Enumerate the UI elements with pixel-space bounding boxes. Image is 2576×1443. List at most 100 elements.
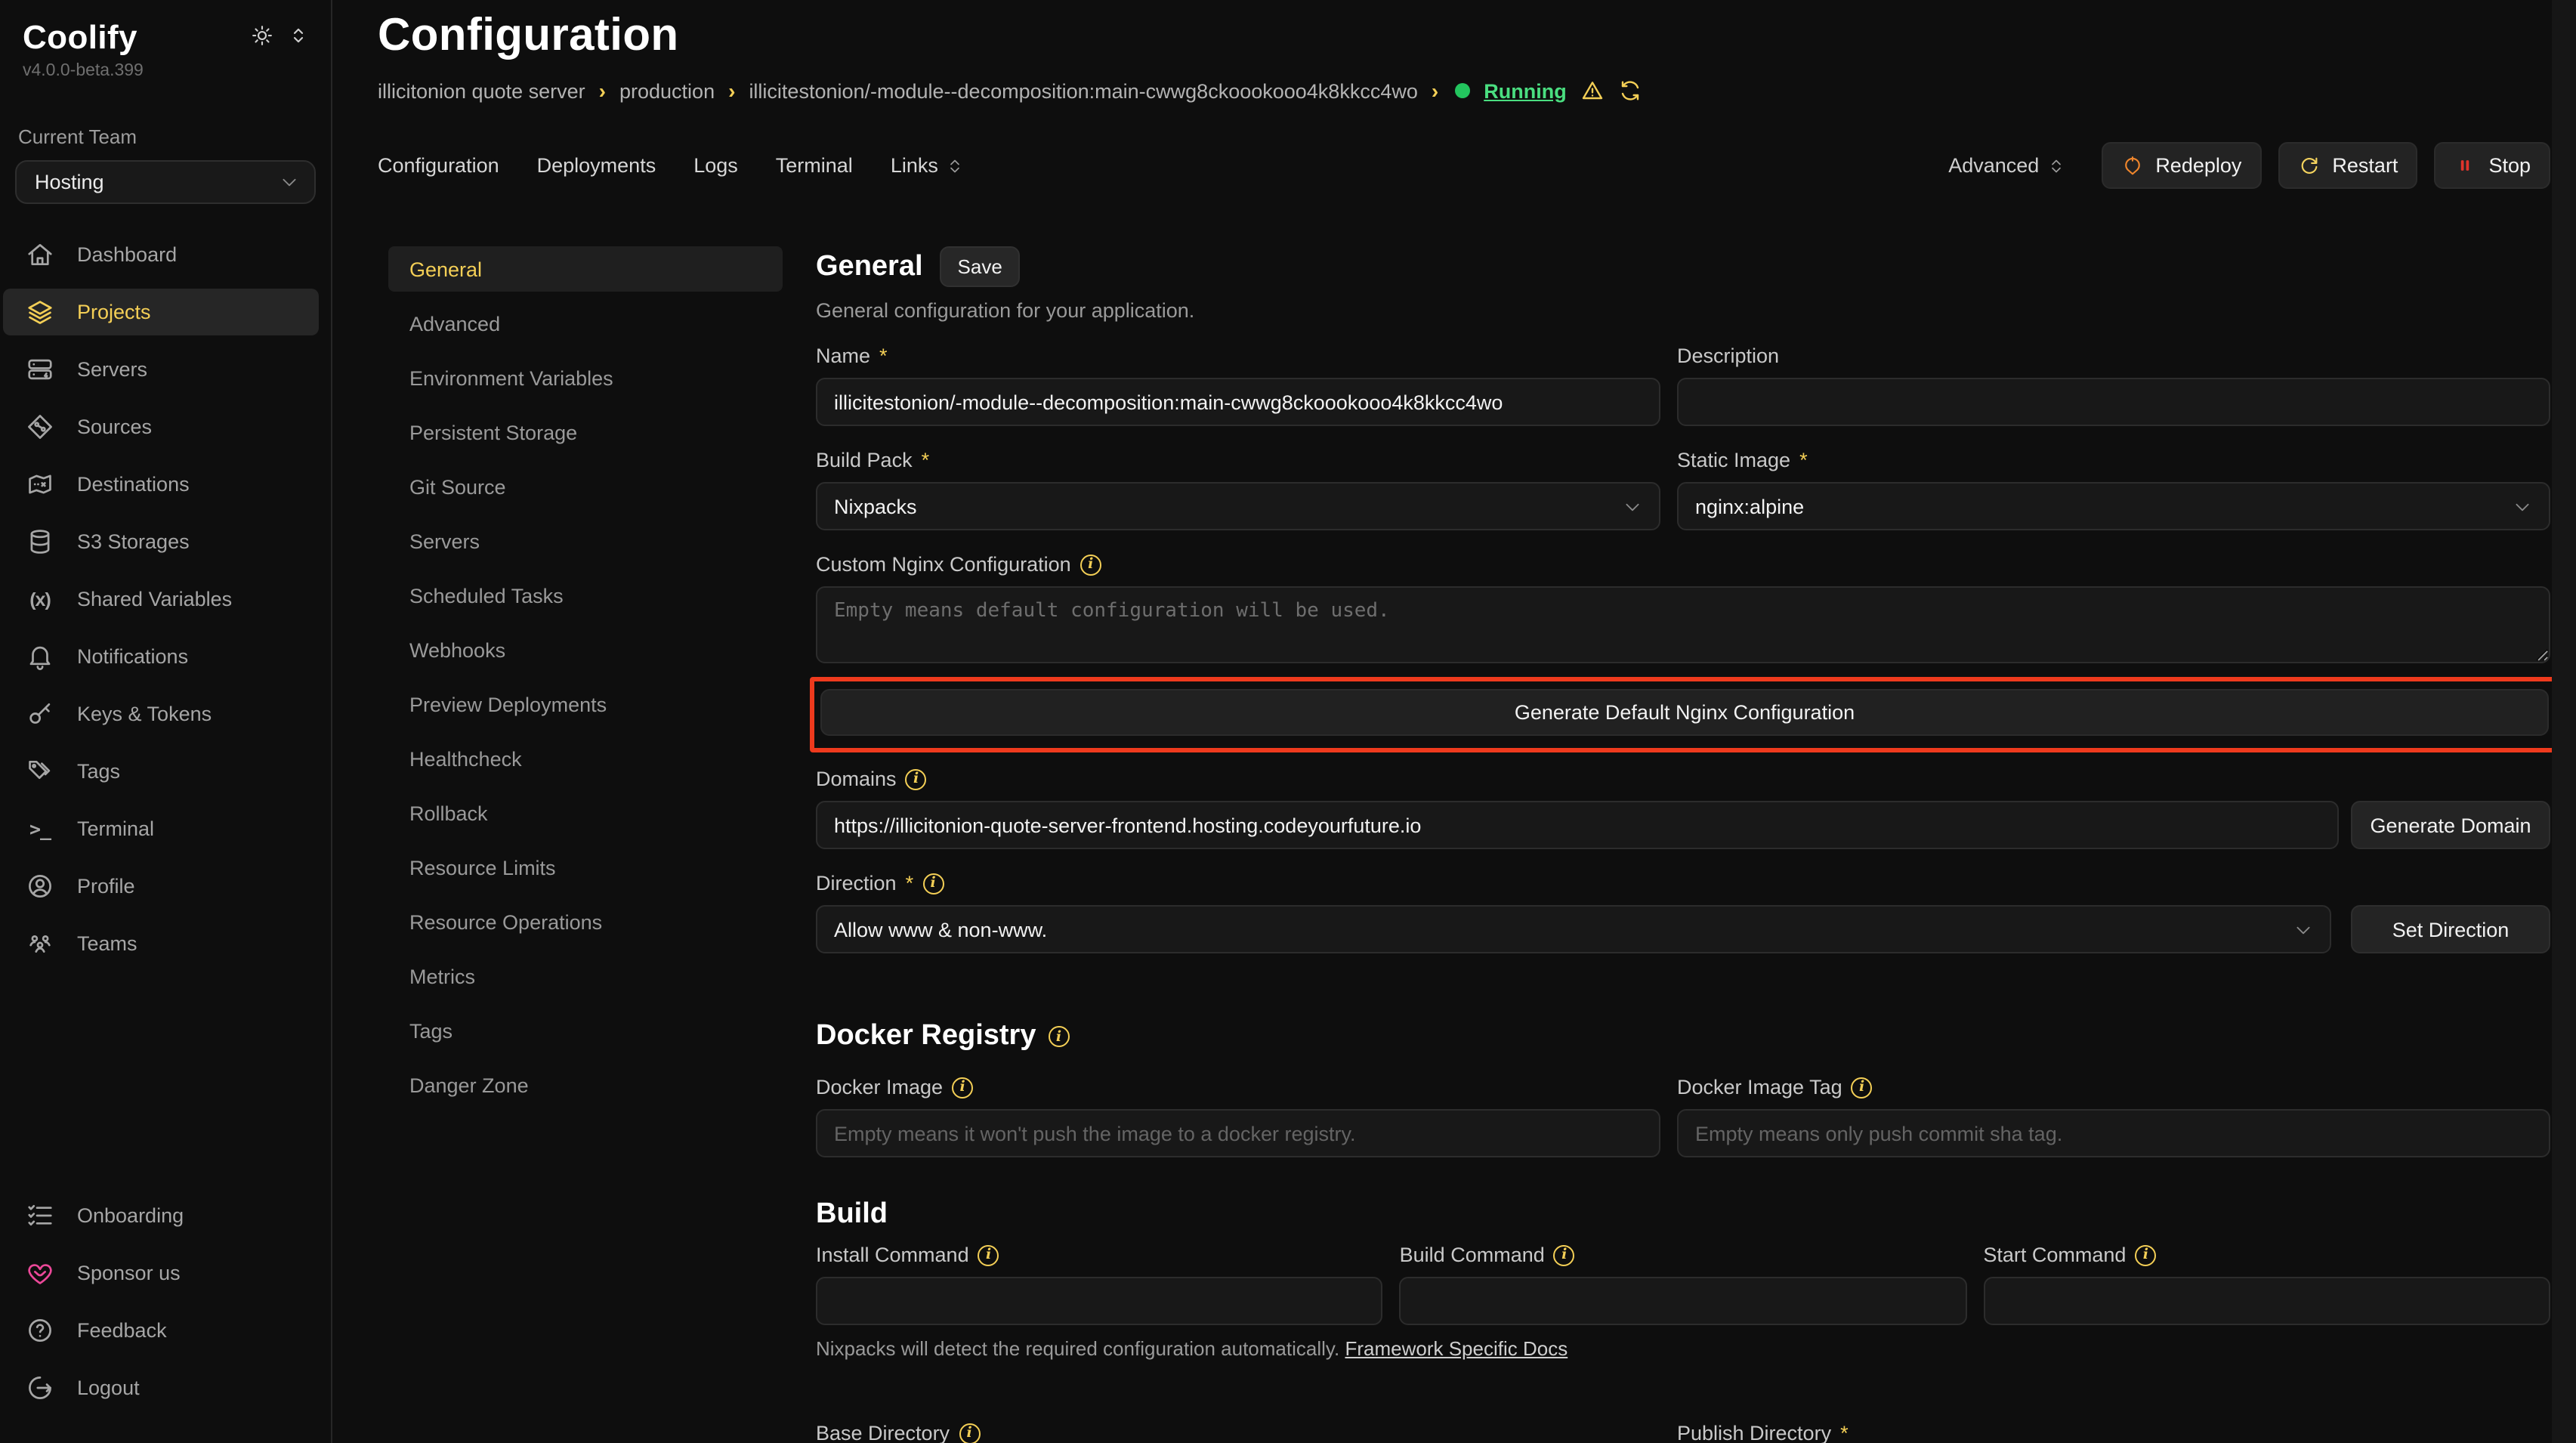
tab-logs[interactable]: Logs <box>693 154 738 177</box>
custom-nginx-textarea[interactable] <box>816 586 2550 663</box>
docker-image-tag-input[interactable] <box>1677 1109 2550 1157</box>
info-icon[interactable]: i <box>959 1423 980 1443</box>
scrollbar[interactable] <box>2552 0 2576 1443</box>
docker-registry-heading: Docker Registry i <box>816 1020 2550 1053</box>
info-icon[interactable]: i <box>1554 1244 1575 1265</box>
sidebar-item-label: Projects <box>77 301 151 323</box>
breadcrumb-application[interactable]: illicitestonion/-module--decomposition:m… <box>749 79 1417 102</box>
annotation-highlight-box: Generate Default Nginx Configuration <box>810 677 2564 752</box>
subnav-item-preview-deployments[interactable]: Preview Deployments <box>388 681 783 727</box>
info-icon[interactable]: i <box>952 1077 973 1098</box>
direction-select[interactable]: Allow www & non-www. <box>816 905 2331 953</box>
framework-docs-link[interactable]: Framework Specific Docs <box>1345 1337 1568 1360</box>
domains-input[interactable] <box>816 801 2339 849</box>
sidebar-item-notifications[interactable]: Notifications <box>3 633 319 680</box>
subnav-item-metrics[interactable]: Metrics <box>388 953 783 999</box>
page-title: Configuration <box>378 11 2550 62</box>
description-input[interactable] <box>1677 378 2550 426</box>
build-heading: Build <box>816 1198 2550 1231</box>
subnav-item-servers[interactable]: Servers <box>388 518 783 564</box>
tab-links[interactable]: Links <box>891 154 964 177</box>
database-icon <box>26 527 54 556</box>
subnav-item-git-source[interactable]: Git Source <box>388 464 783 509</box>
sidebar-item-teams[interactable]: Teams <box>3 920 319 967</box>
subnav-item-webhooks[interactable]: Webhooks <box>388 627 783 672</box>
sidebar-item-dashboard[interactable]: Dashboard <box>3 231 319 278</box>
subnav-item-general[interactable]: General <box>388 246 783 292</box>
team-select[interactable]: Hosting <box>15 160 316 204</box>
sidebar-item-label: Logout <box>77 1377 140 1399</box>
chevrons-up-down-icon <box>2046 156 2065 175</box>
subnav-item-scheduled-tasks[interactable]: Scheduled Tasks <box>388 573 783 618</box>
docker-image-input[interactable] <box>816 1109 1660 1157</box>
sidebar-item-sources[interactable]: Sources <box>3 403 319 450</box>
save-button[interactable]: Save <box>940 246 1021 287</box>
tab-deployments[interactable]: Deployments <box>537 154 656 177</box>
generate-nginx-config-button[interactable]: Generate Default Nginx Configuration <box>820 689 2549 736</box>
sidebar-item-destinations[interactable]: Destinations <box>3 461 319 508</box>
sidebar-item-keys-tokens[interactable]: Keys & Tokens <box>3 691 319 737</box>
sidebar-item-logout[interactable]: Logout <box>3 1364 319 1411</box>
subnav-item-tags[interactable]: Tags <box>388 1008 783 1053</box>
restart-button[interactable]: Restart <box>2278 142 2417 189</box>
status-running-link[interactable]: Running <box>1484 79 1566 102</box>
sidebar-footer-nav: Onboarding Sponsor us Feedback Logout <box>0 1192 331 1422</box>
subnav-item-environment-variables[interactable]: Environment Variables <box>388 355 783 400</box>
sidebar-item-profile[interactable]: Profile <box>3 863 319 910</box>
sidebar-item-shared-variables[interactable]: (x) Shared Variables <box>3 576 319 623</box>
build-pack-value: Nixpacks <box>834 495 917 518</box>
general-form: General Save General configuration for y… <box>816 246 2550 1443</box>
heart-hands-icon <box>26 1259 54 1287</box>
sidebar-item-feedback[interactable]: Feedback <box>3 1307 319 1354</box>
subnav-item-danger-zone[interactable]: Danger Zone <box>388 1062 783 1108</box>
build-pack-select[interactable]: Nixpacks <box>816 482 1660 530</box>
map-icon <box>26 470 54 499</box>
info-icon[interactable]: i <box>1048 1026 1069 1047</box>
domains-label: Domains i <box>816 768 2550 790</box>
subnav-item-persistent-storage[interactable]: Persistent Storage <box>388 409 783 455</box>
subnav-item-rollback[interactable]: Rollback <box>388 790 783 836</box>
info-icon[interactable]: i <box>2135 1244 2156 1265</box>
refresh-icon[interactable] <box>1618 79 1642 103</box>
sidebar-item-tags[interactable]: Tags <box>3 748 319 795</box>
install-command-input[interactable] <box>816 1277 1383 1325</box>
info-icon[interactable]: i <box>922 873 944 894</box>
breadcrumb-project[interactable]: illicitonion quote server <box>378 79 585 102</box>
build-command-input[interactable] <box>1400 1277 1967 1325</box>
static-image-select[interactable]: nginx:alpine <box>1677 482 2550 530</box>
generate-domain-button[interactable]: Generate Domain <box>2351 801 2550 849</box>
sidebar-item-servers[interactable]: Servers <box>3 346 319 393</box>
sidebar-item-label: Servers <box>77 358 147 381</box>
info-icon[interactable]: i <box>1852 1077 1873 1098</box>
sidebar-item-label: Terminal <box>77 817 154 840</box>
subnav-item-resource-operations[interactable]: Resource Operations <box>388 899 783 944</box>
info-icon[interactable]: i <box>906 768 927 789</box>
tab-configuration[interactable]: Configuration <box>378 154 499 177</box>
warning-icon[interactable] <box>1580 79 1605 103</box>
info-icon[interactable]: i <box>1080 554 1101 575</box>
advanced-dropdown[interactable]: Advanced <box>1948 154 2065 177</box>
subnav-item-healthcheck[interactable]: Healthcheck <box>388 736 783 781</box>
theme-sun-icon[interactable] <box>251 24 273 47</box>
start-command-label: Start Command i <box>1983 1244 2550 1266</box>
sidebar-item-onboarding[interactable]: Onboarding <box>3 1192 319 1239</box>
subnav-item-advanced[interactable]: Advanced <box>388 301 783 346</box>
breadcrumb-environment[interactable]: production <box>619 79 715 102</box>
sidebar-item-sponsor[interactable]: Sponsor us <box>3 1250 319 1296</box>
tab-terminal[interactable]: Terminal <box>776 154 853 177</box>
info-icon[interactable]: i <box>978 1244 999 1265</box>
layers-icon <box>26 298 54 326</box>
set-direction-button[interactable]: Set Direction <box>2351 905 2550 953</box>
subnav-item-resource-limits[interactable]: Resource Limits <box>388 845 783 890</box>
sidebar-item-terminal[interactable]: >_ Terminal <box>3 805 319 852</box>
sidebar-item-s3-storages[interactable]: S3 Storages <box>3 518 319 565</box>
git-source-icon <box>26 413 54 441</box>
theme-selector-chevrons-icon[interactable] <box>287 24 310 47</box>
redeploy-button[interactable]: Redeploy <box>2101 142 2261 189</box>
nixpacks-note: Nixpacks will detect the required config… <box>816 1337 2550 1360</box>
start-command-input[interactable] <box>1983 1277 2550 1325</box>
sidebar-item-projects[interactable]: Projects <box>3 289 319 335</box>
name-input[interactable] <box>816 378 1660 426</box>
stop-button[interactable]: Stop <box>2434 142 2550 189</box>
required-asterisk: * <box>906 872 914 895</box>
